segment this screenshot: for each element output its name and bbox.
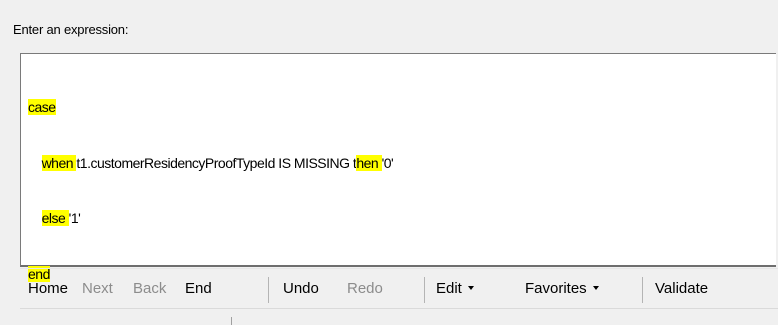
keyword-when: when (41, 154, 74, 171)
end-button[interactable]: End (185, 280, 212, 297)
keyword-else: else (41, 210, 66, 226)
expression-prompt-label: Enter an expression: (13, 22, 129, 37)
toolbar-separator (642, 277, 643, 303)
favorites-menu-label: Favorites (525, 280, 587, 297)
home-button[interactable]: Home (28, 280, 68, 297)
toolbar-separator (268, 277, 269, 303)
value-zero: '0' (381, 154, 394, 171)
code-line-2: when t1.customerResidencyProofTypeId IS … (28, 154, 394, 173)
chevron-down-icon (592, 285, 599, 290)
keyword-then: hen (356, 154, 379, 171)
favorites-menu-button[interactable]: Favorites (525, 280, 599, 297)
expression-editor[interactable]: case when t1.customerResidencyProofTypeI… (20, 53, 776, 282)
value-one: '1' (68, 210, 81, 226)
expression-text: t1.customerResidencyProofTypeId IS MISSI… (76, 154, 357, 171)
code-line-1: case (28, 98, 393, 117)
back-button[interactable]: Back (133, 280, 166, 297)
undo-button[interactable]: Undo (283, 280, 319, 297)
toolbar-separator (424, 277, 425, 303)
code-line-3: else '1' (28, 209, 393, 228)
keyword-case: case (28, 99, 56, 115)
redo-button[interactable]: Redo (347, 280, 383, 297)
edit-menu-button[interactable]: Edit (436, 280, 474, 297)
chevron-down-icon (467, 285, 474, 290)
next-button[interactable]: Next (82, 280, 113, 297)
validate-button[interactable]: Validate (655, 280, 708, 297)
status-strip (20, 308, 778, 309)
expression-toolbar: Home Next Back End Undo Redo Edit Favori… (20, 268, 778, 308)
status-divider (231, 317, 232, 325)
edit-menu-label: Edit (436, 280, 462, 297)
